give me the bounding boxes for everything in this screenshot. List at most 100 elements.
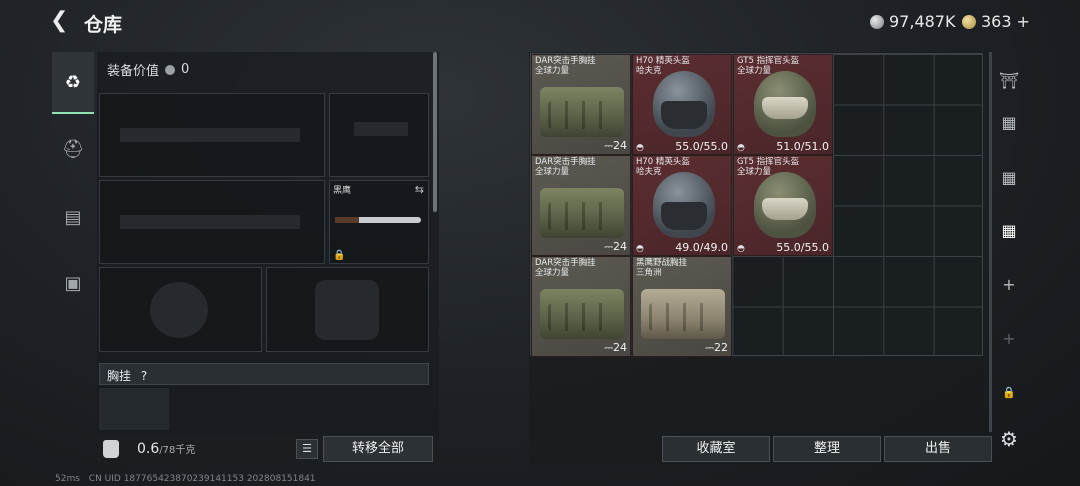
settings-button[interactable]: ⚙: [996, 426, 1022, 452]
storage-item[interactable]: 黑鹰野战胸挂 三角洲 ⎓22: [632, 256, 732, 357]
helmet-slot[interactable]: [99, 267, 262, 352]
item-durability: 49.0/49.0: [675, 241, 728, 254]
lock-icon: 🔒: [333, 250, 346, 261]
currency-a-value: 97,487K: [889, 12, 956, 31]
item-count: ⎓24: [604, 139, 627, 152]
storage-icon: ▦: [1001, 113, 1017, 132]
durability-icon: ◓: [636, 143, 644, 153]
device-info: 52ms CN UID 1877654238702391411​53 20280…: [55, 474, 316, 484]
item-name: GT5 指挥官头盔 全球力量: [737, 157, 800, 177]
item-count: ⎓24: [604, 341, 627, 354]
helmet-icon: [653, 172, 715, 238]
item-count: ⎓22: [705, 341, 728, 354]
storage-tab-main[interactable]: ⛩: [996, 68, 1022, 94]
tab-weapons[interactable]: ♻: [52, 52, 94, 114]
currency-b-value: 363: [981, 12, 1012, 31]
item-durability: 51.0/51.0: [776, 140, 829, 153]
item-count: ⎓24: [604, 240, 627, 253]
item-name: GT5 指挥官头盔 全球力量: [737, 56, 800, 76]
item-name: DAR突击手胸挂 全球力量: [535, 258, 596, 278]
loadout-panel: 装备价值 0 黑鹰 ⇆ 🔒 胸挂 ?: [97, 52, 439, 464]
gear-icon: ⚙: [1000, 427, 1018, 451]
storage-icon: ▦: [1001, 168, 1017, 187]
item-name: H70 精英头盔 哈夫克: [636, 157, 690, 177]
help-icon[interactable]: ?: [141, 369, 147, 383]
rifle-silhouette-icon: [120, 128, 300, 142]
durability-icon: ◓: [636, 244, 644, 254]
back-button[interactable]: ❮: [50, 8, 76, 34]
tab-backpack[interactable]: ▣: [52, 252, 94, 314]
helmet-silhouette-icon: [150, 282, 208, 338]
plus-icon: +: [1002, 275, 1016, 294]
carry-weight: 0.6/78千克: [137, 441, 195, 457]
melee-slot[interactable]: 黑鹰 ⇆ 🔒: [329, 180, 429, 264]
pistol-icon: ♻: [64, 71, 82, 93]
tab-armor[interactable]: ▤: [52, 186, 94, 248]
swap-icon[interactable]: ⇆: [415, 183, 424, 196]
weight-max: /78千克: [159, 445, 196, 456]
organize-button[interactable]: 整理: [773, 436, 881, 462]
list-view-button[interactable]: ☰: [296, 439, 318, 459]
knife-icon: [335, 217, 421, 223]
equipment-value-label: 装备价值: [107, 64, 160, 79]
durability-icon: ◓: [737, 244, 745, 254]
collection-room-button[interactable]: 收藏室: [662, 436, 770, 462]
helmet-icon: [754, 172, 816, 238]
rifle-silhouette-icon: [120, 215, 300, 229]
add-storage-button[interactable]: +: [996, 272, 1022, 298]
scrollbar[interactable]: [433, 52, 437, 212]
chest-rig-label: 胸挂: [107, 369, 132, 383]
armor-slot[interactable]: [266, 267, 429, 352]
coin-icon: [870, 14, 884, 29]
storage-tab-4[interactable]: ▦: [996, 110, 1022, 136]
list-icon: ☰: [302, 442, 312, 455]
storage-grid[interactable]: DAR突击手胸挂 全球力量 ⎓24 H70 精英头盔 哈夫克 ◓ 55.0/55.0 GT5 …: [530, 53, 983, 357]
vest-icon: ▤: [64, 206, 82, 228]
ping: 52ms: [55, 474, 80, 484]
pistol-slot[interactable]: [329, 93, 429, 177]
pistol-silhouette-icon: [354, 122, 408, 136]
armor-silhouette-icon: [315, 280, 379, 340]
chest-rig-icon: [540, 289, 624, 339]
item-durability: 55.0/55.0: [675, 140, 728, 153]
helmet-icon: [754, 71, 816, 137]
storage-tab-active[interactable]: ▦: [996, 218, 1022, 244]
storage-item[interactable]: H70 精英头盔 哈夫克 ◓ 49.0/49.0: [632, 155, 732, 256]
currency-b[interactable]: 363 +: [962, 12, 1030, 31]
storage-item[interactable]: GT5 指挥官头盔 全球力量 ◓ 55.0/55.0: [733, 155, 833, 256]
item-name: DAR突击手胸挂 全球力量: [535, 56, 596, 76]
item-name: H70 精英头盔 哈夫克: [636, 56, 690, 76]
arch-icon: ⛩: [998, 71, 1020, 90]
add-currency-button[interactable]: +: [1017, 12, 1030, 31]
rail-divider: [989, 52, 992, 432]
tab-helmet[interactable]: ⛑: [52, 118, 94, 180]
coin-icon: [165, 64, 176, 75]
item-durability: 55.0/55.0: [776, 241, 829, 254]
secondary-weapon-slot[interactable]: [99, 180, 325, 264]
primary-weapon-slot[interactable]: [99, 93, 325, 177]
storage-item[interactable]: GT5 指挥官头盔 全球力量 ◓ 51.0/51.0: [733, 54, 833, 155]
chest-rig-icon: [540, 87, 624, 137]
storage-item[interactable]: DAR突击手胸挂 全球力量 ⎓24: [531, 155, 631, 256]
page-title: 仓库: [84, 14, 123, 36]
chest-rig-icon: [540, 188, 624, 238]
lock-icon: 🔒: [1002, 386, 1016, 399]
equipment-value-amount: 0: [181, 62, 190, 77]
chest-rig-slot[interactable]: [99, 388, 169, 430]
add-storage-button-2[interactable]: +: [996, 326, 1022, 352]
transfer-all-button[interactable]: 转移全部: [323, 436, 433, 462]
durability-icon: ◓: [737, 143, 745, 153]
loadout-footer: 0.6/78千克 ☰ 转移全部: [97, 434, 439, 464]
chest-rig-icon: [641, 289, 725, 339]
storage-item[interactable]: H70 精英头盔 哈夫克 ◓ 55.0/55.0: [632, 54, 732, 155]
sell-button[interactable]: 出售: [884, 436, 992, 462]
item-name: 黑鹰野战胸挂 三角洲: [636, 258, 688, 278]
knife-name: 黑鹰: [333, 186, 352, 196]
storage-item[interactable]: DAR突击手胸挂 全球力量 ⎓24: [531, 256, 631, 357]
currency-a: 97,487K: [870, 12, 955, 31]
chest-rig-header: 胸挂 ?: [99, 363, 429, 385]
lock-button[interactable]: 🔒: [996, 380, 1022, 406]
storage-item[interactable]: DAR突击手胸挂 全球力量 ⎓24: [531, 54, 631, 155]
premium-coin-icon: [962, 14, 976, 29]
storage-tab-3[interactable]: ▦: [996, 165, 1022, 191]
